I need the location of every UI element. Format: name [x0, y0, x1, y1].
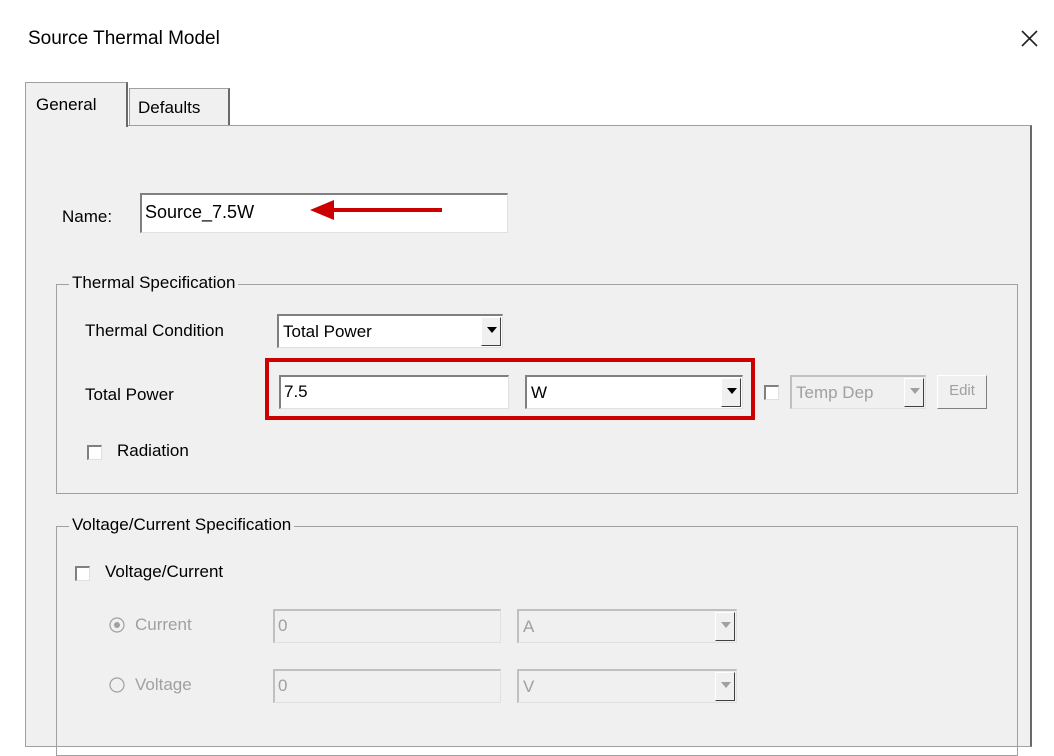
voltage-unit-select[interactable]: V — [517, 669, 737, 703]
thermal-condition-value: Total Power — [283, 322, 372, 341]
voltage-radio[interactable] — [109, 677, 125, 693]
tab-defaults-label: Defaults — [138, 98, 201, 117]
thermal-condition-label: Thermal Condition — [85, 321, 224, 340]
chevron-down-icon — [487, 327, 497, 333]
vc-spec-group: Voltage/Current Specification Voltage/Cu… — [56, 515, 1018, 756]
voltage-input[interactable]: 0 — [273, 669, 501, 703]
radiation-checkbox[interactable] — [87, 445, 102, 460]
window-title: Source Thermal Model — [28, 28, 220, 49]
total-power-label: Total Power — [85, 385, 174, 404]
temp-dep-dropdown-button[interactable] — [904, 378, 924, 407]
voltage-unit-dropdown-button[interactable] — [715, 672, 735, 701]
chevron-down-icon — [910, 388, 920, 394]
thermal-spec-legend: Thermal Specification — [69, 273, 239, 293]
chevron-down-icon — [721, 622, 731, 628]
current-unit-dropdown-button[interactable] — [715, 612, 735, 641]
edit-button[interactable]: Edit — [937, 375, 987, 409]
temp-dep-value: Temp Dep — [796, 383, 874, 402]
voltage-unit-value: V — [523, 677, 535, 696]
tab-general[interactable]: General — [25, 82, 128, 127]
current-radio[interactable] — [109, 617, 125, 633]
current-label: Current — [135, 615, 192, 634]
current-value: 0 — [278, 616, 288, 635]
title-bar: Source Thermal Model — [0, 0, 1054, 76]
current-unit-select[interactable]: A — [517, 609, 737, 643]
voltage-current-checkbox[interactable] — [75, 566, 90, 581]
tab-strip: General Defaults — [0, 76, 1054, 127]
tab-defaults[interactable]: Defaults — [129, 88, 230, 127]
arrow-left-icon — [310, 200, 442, 220]
current-unit-value: A — [523, 617, 535, 636]
thermal-condition-dropdown-button[interactable] — [481, 317, 501, 346]
voltage-value: 0 — [278, 676, 288, 695]
name-label: Name: — [62, 207, 113, 226]
thermal-condition-select[interactable]: Total Power — [277, 314, 503, 348]
close-button[interactable] — [1014, 24, 1044, 54]
temp-dep-select[interactable]: Temp Dep — [790, 375, 926, 409]
voltage-current-label: Voltage/Current — [105, 562, 224, 581]
general-panel: Name: Source_7.5W Thermal Specification … — [25, 125, 1032, 756]
close-icon — [1021, 30, 1038, 47]
highlight-box — [265, 358, 755, 420]
tab-general-label: General — [36, 95, 97, 114]
current-input[interactable]: 0 — [273, 609, 501, 643]
name-value: Source_7.5W — [145, 202, 255, 222]
chevron-down-icon — [721, 682, 731, 688]
voltage-label: Voltage — [135, 675, 192, 694]
edit-button-label: Edit — [949, 382, 975, 399]
radiation-label: Radiation — [117, 441, 189, 460]
temp-dep-checkbox[interactable] — [764, 385, 779, 400]
vc-spec-legend: Voltage/Current Specification — [69, 515, 295, 535]
